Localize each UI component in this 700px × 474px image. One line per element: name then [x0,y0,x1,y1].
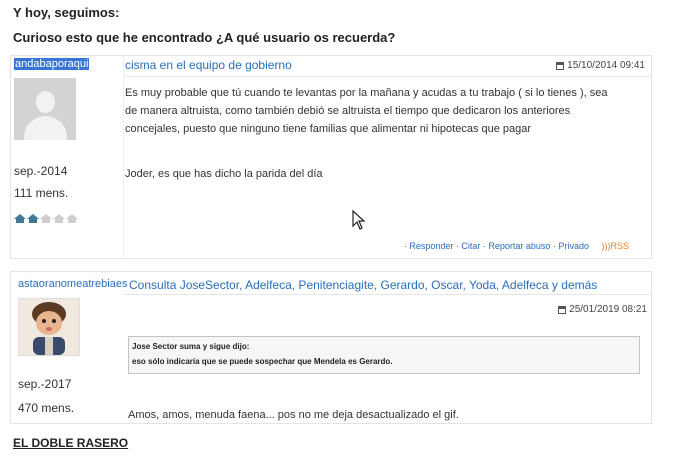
reply-link[interactable]: · Responder [404,241,454,251]
forum-post: andabaporaqui sep.-2014 111 mens. cisma … [10,55,652,259]
private-message-link[interactable]: · Privado [553,241,589,251]
post-body-line: concejales, puesto que ninguno tiene fam… [125,123,532,135]
divider [123,294,651,295]
user-silhouette-icon[interactable] [14,78,76,140]
post-content: cisma en el equipo de gobierno 15/10/201… [123,56,651,258]
post-title-link[interactable]: cisma en el equipo de gobierno [125,58,292,72]
post-author-panel: astaoranomeatrebiaes sep.-2017 470 mens. [11,272,127,423]
section-title-link[interactable]: EL DOBLE RASERO [13,436,128,450]
quote-link[interactable]: · Citar [456,241,481,251]
rank-house-icon [53,214,65,223]
rss-link[interactable]: )))RSS [601,241,629,251]
username-link[interactable]: andabaporaqui [14,58,90,70]
forum-post: astaoranomeatrebiaes sep.-2017 470 mens.… [10,271,652,424]
divider [124,76,651,77]
post-body: Amos, amos, menuda faena... pos no me de… [128,409,459,421]
quote-text: eso sólo indicaría que se puede sospecha… [132,357,393,366]
post-title-link[interactable]: Consulta JoseSector, Adelfeca, Penitenci… [129,278,597,292]
rank-house-icon [66,214,78,223]
message-count: 111 mens. [14,186,69,200]
post-body: Es muy probable que tú cuando te levanta… [125,84,643,138]
quote-author: Jose Sector suma y sigue dijo: [132,342,250,351]
rank-icons [14,214,78,223]
rank-house-icon [27,214,39,223]
username-link[interactable]: astaoranomeatrebiaes [18,278,127,290]
post-date-text: 15/10/2014 09:41 [567,60,645,71]
calendar-icon [556,61,565,70]
intro-text: Y hoy, seguimos: [13,5,120,20]
post-date-text: 25/01/2019 08:21 [569,304,647,315]
post-author-panel: andabaporaqui sep.-2014 111 mens. [11,56,124,258]
post-reply-text: Joder, es que has dicho la parida del dí… [125,168,323,180]
post-body-line: Es muy probable que tú cuando te levanta… [125,87,608,99]
doll-avatar-icon[interactable] [18,298,80,356]
post-content: Consulta JoseSector, Adelfeca, Penitenci… [123,272,651,423]
quote-block: Jose Sector suma y sigue dijo: eso sólo … [128,336,640,374]
join-date: sep.-2014 [14,164,68,178]
post-date: 25/01/2019 08:21 [558,304,647,315]
message-count: 470 mens. [18,401,75,415]
rank-house-icon [14,214,26,223]
post-date: 15/10/2014 09:41 [556,60,645,71]
post-body-line: de manera altruista, como también debió … [125,105,571,117]
rank-house-icon [40,214,52,223]
report-abuse-link[interactable]: · Reportar abuso [483,241,551,251]
join-date: sep.-2017 [18,377,72,391]
post-actions: · Responder · Citar · Reportar abuso · P… [404,241,629,251]
calendar-icon [558,305,567,314]
question-text: Curioso esto que he encontrado ¿A qué us… [13,30,396,45]
